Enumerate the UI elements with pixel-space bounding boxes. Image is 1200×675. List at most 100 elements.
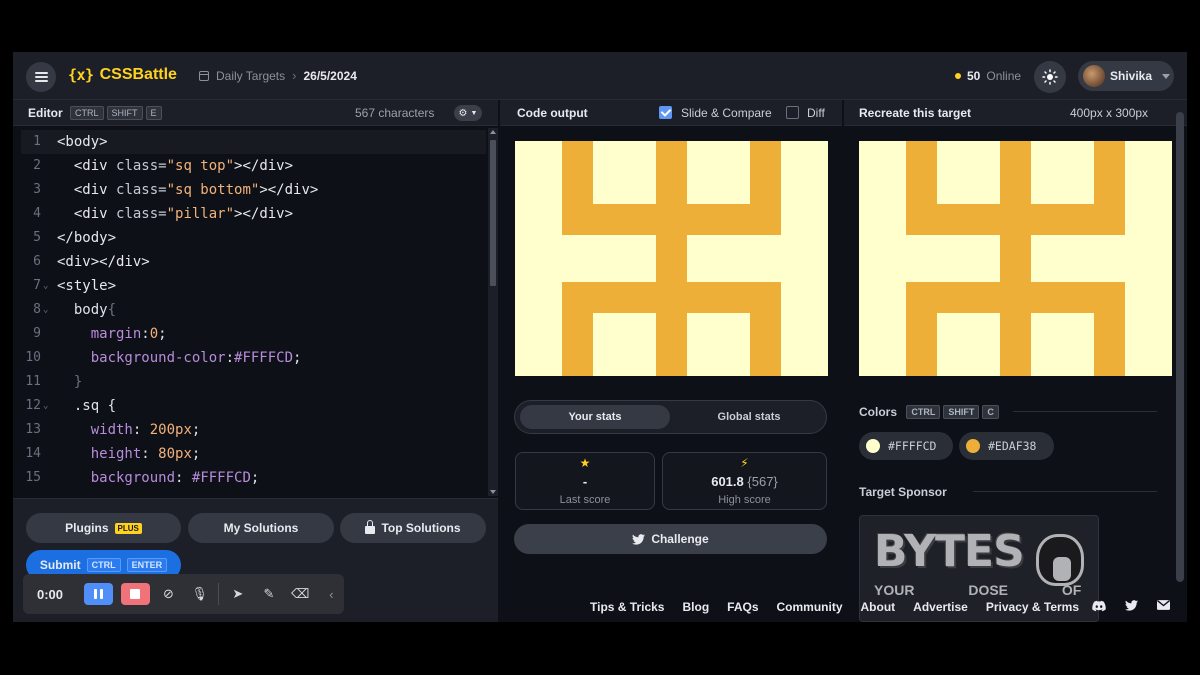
line-number: 9 [33,326,41,341]
kbd-ctrl: CTRL [70,106,104,120]
sponsor-mascot [1036,534,1084,586]
footer-link-blog[interactable]: Blog [682,600,709,614]
online-indicator: 50 Online [955,69,1021,83]
code-line[interactable]: 13 width: 200px; [21,418,486,442]
footer-link-tips[interactable]: Tips & Tricks [590,600,664,614]
footer-link-faqs[interactable]: FAQs [727,600,758,614]
scrollbar-thumb[interactable] [490,140,496,286]
collapse-icon[interactable]: ‹ [319,583,344,605]
scroll-down-icon[interactable] [490,490,496,494]
code-line[interactable]: 15 background: #FFFFCD; [21,466,486,490]
diff-label[interactable]: Diff [807,106,825,120]
menu-button[interactable] [26,62,56,92]
kbd-ctrl: CTRL [86,558,121,572]
code-line[interactable]: 8 ⌄ body{ [21,298,486,322]
pause-button[interactable] [83,583,113,605]
my-solutions-button[interactable]: My Solutions [188,513,334,543]
sponsor-title: Target Sponsor [859,485,947,499]
line-number: 1 [33,134,41,149]
twitter-icon[interactable] [1125,600,1138,611]
editor-settings-button[interactable]: ⚙ ▼ [454,105,482,121]
scroll-up-icon[interactable] [490,130,496,134]
diff-checkbox[interactable] [786,106,799,119]
last-score-card: ★ - Last score [515,452,655,510]
pen-icon[interactable]: ✎ [256,583,281,605]
user-name: Shivika [1110,69,1153,83]
code-output-canvas[interactable] [515,141,828,376]
eraser-icon[interactable]: ⌫ [288,583,313,605]
code-line[interactable]: 10 background-color:#FFFFCD; [21,346,486,370]
breadcrumb-daily-targets[interactable]: Daily Targets [216,69,285,83]
editor-scrollbar[interactable] [488,128,498,496]
footer-link-about[interactable]: About [861,600,896,614]
colors-shortcut: CTRL SHIFT C [906,405,999,419]
tab-your-stats[interactable]: Your stats [520,405,670,429]
scrollbar-thumb[interactable] [1176,112,1184,582]
kbd-e: E [145,106,162,120]
caret-down-icon [1162,73,1171,79]
code-line[interactable]: 12 ⌄ .sq { [21,394,486,418]
color-swatch[interactable]: #EDAF38 [959,432,1054,460]
editor-shortcut: CTRL SHIFT E [70,106,162,120]
line-number: 14 [25,446,41,461]
logo[interactable]: {x} CSSBattle [68,66,177,84]
mic-off-icon[interactable]: 🎙︎ [187,583,212,605]
line-number: 11 [25,374,41,389]
chevron-down-icon: ▼ [470,109,478,117]
code-line[interactable]: 3 <div class="sq bottom"></div> [21,178,486,202]
logo-text: CSSBattle [99,66,177,83]
camera-off-icon[interactable]: ⊘ [156,583,181,605]
top-solutions-button[interactable]: Top Solutions [340,513,486,543]
code-line[interactable]: 11 } [21,370,486,394]
discord-icon[interactable] [1092,600,1106,612]
footer-link-privacy[interactable]: Privacy & Terms [986,600,1079,614]
editor-title: Editor [28,106,63,120]
footer-link-advertise[interactable]: Advertise [913,600,968,614]
editor-toolbar: Editor CTRL SHIFT E 567 characters ⚙ ▼ [13,100,498,126]
challenge-button[interactable]: Challenge [514,524,827,554]
color-hex: #EDAF38 [988,439,1037,453]
stop-button[interactable] [120,583,150,605]
breadcrumb-date: 26/5/2024 [303,68,357,83]
slide-compare-checkbox[interactable] [659,106,672,119]
high-score: 601.8 {567} [663,474,826,489]
theme-toggle-button[interactable] [1034,61,1066,93]
code-line[interactable]: 6 <div></div> [21,250,486,274]
character-count: 567 characters [355,106,435,120]
page-scrollbar[interactable] [1173,104,1187,592]
code-line[interactable]: 2 <div class="sq top"></div> [21,154,486,178]
mail-icon[interactable] [1157,600,1170,610]
user-menu-button[interactable]: Shivika [1078,61,1174,91]
chevron-right-icon: › [292,68,297,83]
footer-link-community[interactable]: Community [777,600,843,614]
code-line[interactable]: 7 ⌄ <style> [21,274,486,298]
slide-compare-label[interactable]: Slide & Compare [681,106,772,120]
shape [656,235,687,282]
color-swatch[interactable]: #FFFFCD [859,432,953,460]
code-line[interactable]: 5 </body> [21,226,486,250]
shape [1031,313,1094,376]
high-score-value: 601.8 [711,474,744,489]
output-title: Code output [517,106,588,120]
code-editor[interactable]: 1 <body> 2 <div class="sq top"></div> 3 <… [21,130,486,496]
cursor-icon[interactable]: ➤ [225,583,250,605]
online-dot-icon [955,73,961,79]
app-window: {x} CSSBattle Daily Targets › 26/5/2024 … [13,52,1187,622]
tab-global-stats[interactable]: Global stats [675,405,823,429]
top-header: {x} CSSBattle Daily Targets › 26/5/2024 … [13,52,1187,100]
shape [937,313,1000,376]
plugins-button[interactable]: Plugins PLUS [26,513,181,543]
gear-icon: ⚙ [458,107,468,119]
recording-time: 0:00 [37,586,64,602]
divider [218,583,220,605]
code-line[interactable]: 14 height: 80px; [21,442,486,466]
shape [1000,235,1031,282]
high-score-chars: {567} [747,474,778,489]
target-canvas [859,141,1172,376]
code-line[interactable]: 9 margin:0; [21,322,486,346]
kbd-shift: SHIFT [943,405,980,419]
submit-label: Submit [39,558,81,572]
code-line[interactable]: 1 <body> [21,130,486,154]
sun-icon [1042,69,1058,85]
code-line[interactable]: 4 <div class="pillar"></div> [21,202,486,226]
